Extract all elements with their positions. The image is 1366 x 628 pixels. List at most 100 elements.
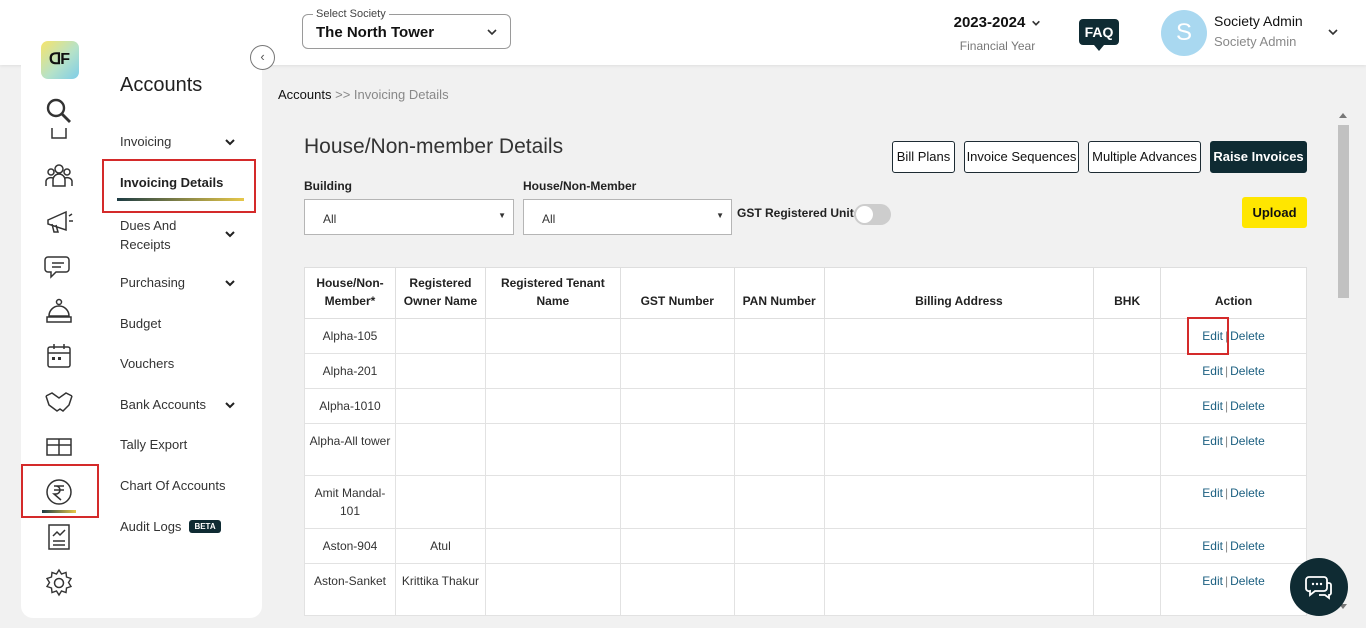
handshake-icon[interactable]	[44, 386, 76, 418]
gst-cell	[619, 563, 735, 616]
column-header-gst[interactable]: GST Number	[619, 267, 735, 319]
delete-link[interactable]: Delete	[1230, 539, 1265, 553]
sidebar-item-label: Tally Export	[120, 437, 188, 452]
pan-cell	[733, 423, 825, 476]
table-header-row: House/Non- Member* Registered Owner Name…	[304, 267, 1307, 319]
delete-link[interactable]: Delete	[1230, 486, 1265, 500]
chat-bubbles-icon[interactable]	[44, 251, 76, 283]
billing-address-cell	[823, 388, 1095, 424]
gear-icon[interactable]	[44, 568, 76, 600]
house-cell: Aston-904	[304, 528, 396, 564]
sidebar-item-label: Budget	[120, 316, 162, 331]
house-filter-value: All	[542, 212, 556, 226]
rupee-icon[interactable]	[44, 477, 76, 509]
megaphone-icon[interactable]	[44, 206, 76, 238]
sidebar-item-label: Bank Accounts	[120, 397, 206, 412]
sidebar-item-budget[interactable]: Budget	[120, 316, 161, 331]
upload-button[interactable]: Upload	[1242, 197, 1307, 228]
gst-cell	[619, 528, 735, 564]
chat-support-button[interactable]	[1290, 558, 1348, 616]
column-header-pan[interactable]: PAN Number	[733, 267, 825, 319]
logo-mark: ᗡF	[49, 51, 70, 68]
house-cell: Alpha-1010	[304, 388, 396, 424]
society-select[interactable]: Select Society The North Tower	[302, 8, 511, 49]
sidebar-item-dues-and-receipts[interactable]: Dues And Receipts	[120, 216, 235, 254]
collapse-sidebar-button[interactable]: ‹	[250, 45, 275, 70]
faq-button[interactable]: FAQ	[1079, 19, 1119, 51]
edit-link[interactable]: Edit	[1202, 539, 1223, 553]
app-logo[interactable]: ᗡF	[41, 41, 79, 79]
report-chart-icon[interactable]	[44, 522, 76, 554]
table-row: Amit Mandal-101 Edit | Delete	[304, 475, 1307, 529]
column-header-bhk[interactable]: BHK	[1093, 267, 1162, 319]
column-header-billing-address[interactable]: Billing Address	[823, 267, 1095, 319]
active-item-underline	[117, 198, 244, 201]
table-row: Alpha-201 Edit | Delete	[304, 353, 1307, 389]
bill-plans-button[interactable]: Bill Plans	[892, 141, 955, 173]
invoice-sequences-button[interactable]: Invoice Sequences	[964, 141, 1079, 173]
action-separator: |	[1224, 399, 1229, 413]
billing-address-cell	[823, 475, 1095, 529]
action-cell: Edit | Delete	[1160, 353, 1307, 389]
rail-active-underline	[42, 510, 76, 513]
service-bell-icon[interactable]	[44, 296, 76, 328]
gst-registered-toggle[interactable]	[854, 204, 891, 225]
column-header-house[interactable]: House/Non- Member*	[304, 267, 396, 319]
column-header-owner[interactable]: Registered Owner Name	[394, 267, 486, 319]
edit-link[interactable]: Edit	[1202, 434, 1223, 448]
sidebar-item-purchasing[interactable]: Purchasing	[120, 275, 235, 290]
edit-link[interactable]: Edit	[1202, 399, 1223, 413]
breadcrumb-accounts-link[interactable]: Accounts	[278, 87, 331, 102]
bhk-cell	[1093, 475, 1162, 529]
table-row: Aston-Sanket Krittika Thakur Edit | Delete	[304, 563, 1307, 616]
sidebar-item-label: Purchasing	[120, 275, 186, 290]
sidebar-item-tally-export[interactable]: Tally Export	[120, 437, 187, 452]
bhk-cell	[1093, 353, 1162, 389]
delete-link[interactable]: Delete	[1230, 329, 1265, 343]
financial-year-selector[interactable]: 2023-2024 Financial Year	[940, 14, 1055, 53]
column-header-action: Action	[1160, 267, 1307, 319]
raise-invoices-button[interactable]: Raise Invoices	[1210, 141, 1307, 173]
scrollbar-thumb[interactable]	[1338, 125, 1349, 298]
delete-link[interactable]: Delete	[1230, 434, 1265, 448]
house-filter-select[interactable]: All ▼	[523, 199, 732, 235]
table-row: Aston-904 Atul Edit | Delete	[304, 528, 1307, 564]
storefront-icon[interactable]	[44, 431, 76, 463]
sidebar-item-invoicing-details[interactable]: Invoicing Details	[120, 175, 223, 190]
building-icon[interactable]	[44, 128, 76, 142]
sidebar-item-invoicing[interactable]: Invoicing	[120, 134, 235, 149]
chevron-down-icon[interactable]	[1327, 26, 1339, 38]
sidebar-item-bank-accounts[interactable]: Bank Accounts	[120, 397, 235, 412]
tenant-cell	[484, 388, 621, 424]
edit-link[interactable]: Edit	[1202, 364, 1223, 378]
delete-link[interactable]: Delete	[1230, 364, 1265, 378]
sidebar-item-chart-of-accounts[interactable]: Chart Of Accounts	[120, 478, 226, 493]
edit-link[interactable]: Edit	[1202, 574, 1223, 588]
edit-link[interactable]: Edit	[1202, 486, 1223, 500]
scroll-up-arrow-icon[interactable]	[1339, 113, 1347, 118]
calendar-icon[interactable]	[44, 341, 76, 373]
multiple-advances-button[interactable]: Multiple Advances	[1088, 141, 1201, 173]
avatar[interactable]: S	[1161, 10, 1207, 56]
members-icon[interactable]	[44, 160, 76, 192]
tenant-cell	[484, 318, 621, 354]
search-icon[interactable]	[44, 96, 76, 128]
sidebar-item-label: Dues And	[120, 218, 177, 233]
sidebar-item-audit-logs[interactable]: Audit Logs BETA	[120, 519, 221, 534]
column-header-tenant[interactable]: Registered Tenant Name	[484, 267, 621, 319]
user-menu[interactable]: Society Admin Society Admin	[1214, 13, 1303, 49]
table-row: Alpha-1010 Edit | Delete	[304, 388, 1307, 424]
chevron-down-icon	[225, 280, 235, 287]
building-filter-select[interactable]: All ▼	[304, 199, 514, 235]
society-select-value: The North Tower	[316, 24, 435, 41]
house-cell: Alpha-All tower	[304, 423, 396, 476]
sidebar-item-vouchers[interactable]: Vouchers	[120, 356, 174, 371]
sidebar-item-label: Audit Logs	[120, 519, 182, 534]
pan-cell	[733, 318, 825, 354]
chevron-down-icon	[225, 139, 235, 146]
chevron-down-icon	[225, 402, 235, 409]
breadcrumb-separator: >>	[331, 87, 354, 102]
pan-cell	[733, 475, 825, 529]
delete-link[interactable]: Delete	[1230, 574, 1265, 588]
delete-link[interactable]: Delete	[1230, 399, 1265, 413]
